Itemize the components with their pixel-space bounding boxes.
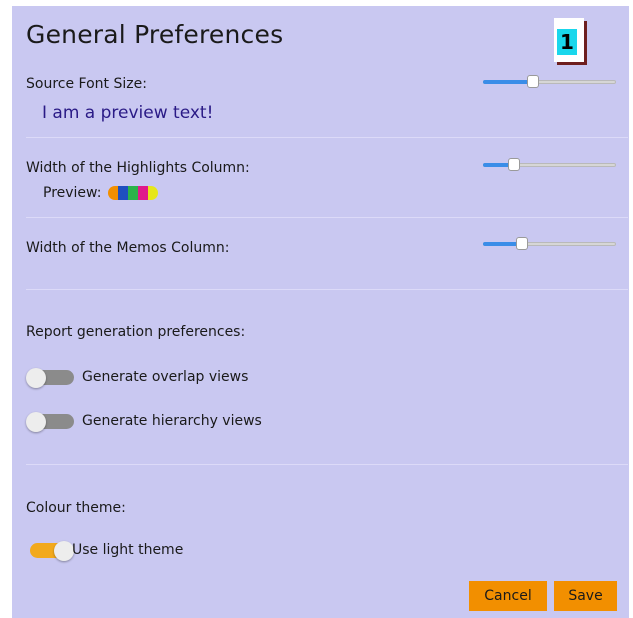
cancel-button[interactable]: Cancel: [469, 581, 547, 611]
highlights-width-slider[interactable]: [483, 156, 616, 174]
slider-thumb[interactable]: [526, 75, 539, 88]
highlights-preview: Preview:: [43, 185, 159, 201]
save-button[interactable]: Save: [554, 581, 617, 611]
divider: [26, 137, 628, 138]
overlap-views-toggle[interactable]: [26, 368, 74, 388]
memos-width-label: Width of the Memos Column:: [26, 240, 230, 256]
highlights-preview-label: Preview:: [43, 185, 102, 201]
swatch-color: [118, 186, 129, 200]
memos-width-slider[interactable]: [483, 235, 616, 253]
report-prefs-heading: Report generation preferences:: [26, 324, 246, 340]
hierarchy-views-toggle[interactable]: [26, 412, 74, 432]
step-number: 1: [557, 29, 577, 55]
divider: [26, 464, 628, 465]
slider-thumb[interactable]: [515, 237, 528, 250]
slider-fill: [483, 80, 533, 84]
light-theme-label: Use light theme: [72, 542, 184, 558]
divider: [26, 217, 628, 218]
page-title: General Preferences: [26, 20, 284, 49]
preferences-panel: General Preferences 1 Source Font Size: …: [12, 6, 629, 618]
divider: [26, 289, 628, 290]
highlights-width-label: Width of the Highlights Column:: [26, 160, 250, 176]
slider-thumb[interactable]: [508, 158, 521, 171]
font-size-slider[interactable]: [483, 73, 616, 91]
toggle-knob: [26, 412, 46, 432]
overlap-views-label: Generate overlap views: [82, 369, 249, 385]
swatch-color: [138, 186, 149, 200]
font-size-label: Source Font Size:: [26, 76, 147, 92]
light-theme-toggle[interactable]: [26, 541, 74, 561]
toggle-knob: [26, 368, 46, 388]
colour-theme-heading: Colour theme:: [26, 500, 126, 516]
swatch-color: [108, 186, 119, 200]
toggle-knob: [54, 541, 74, 561]
hierarchy-views-label: Generate hierarchy views: [82, 413, 262, 429]
swatch-color: [148, 186, 159, 200]
step-badge: 1: [554, 18, 584, 62]
font-preview-text: I am a preview text!: [42, 103, 214, 123]
highlights-color-swatch: [108, 186, 159, 200]
swatch-color: [128, 186, 139, 200]
